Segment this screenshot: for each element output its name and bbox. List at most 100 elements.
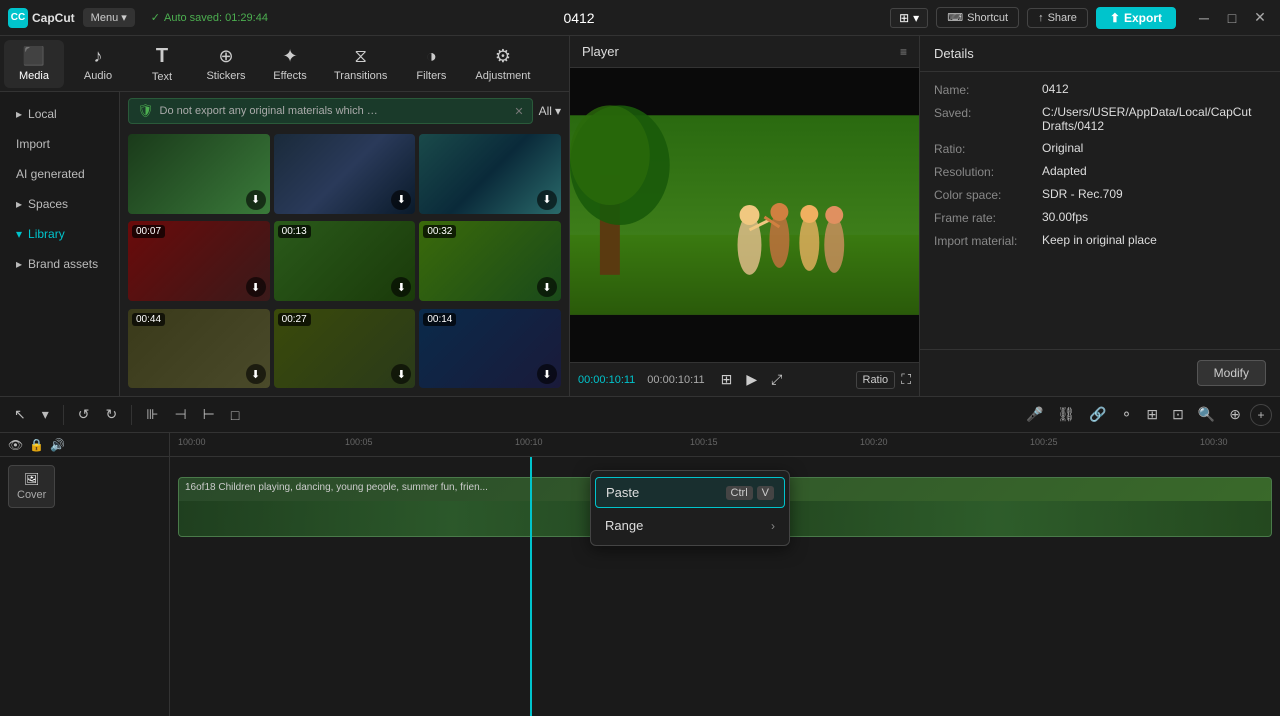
arrow-icon: ▸: [16, 107, 22, 121]
download-icon[interactable]: ⬇: [537, 190, 557, 210]
range-menu-item[interactable]: Range ›: [591, 510, 789, 541]
select-tool-button[interactable]: ↖: [8, 403, 32, 426]
stickers-icon: ⊕: [218, 46, 233, 67]
ratio-button[interactable]: Ratio: [856, 371, 896, 389]
timeline-toolbar: ↖ ▾ ↺ ↻ ⊪ ⊣ ⊢ □ 🎤 ⛓ 🔗 ⚬ ⊞ ⊡ 🔍 ⊕ +: [0, 397, 1280, 433]
ruler-mark: 100:25: [1030, 437, 1058, 447]
sidebar-item-local[interactable]: ▸ Local: [4, 100, 115, 128]
player-menu-icon[interactable]: ≡: [900, 45, 907, 59]
modify-button[interactable]: Modify: [1197, 360, 1266, 386]
detail-saved-row: Saved: C:/Users/USER/AppData/Local/CapCu…: [934, 105, 1266, 133]
mute-track-button[interactable]: 🔊: [50, 438, 65, 452]
magnet-button[interactable]: ⊡: [1167, 403, 1189, 426]
auto-saved-status: ✓ Auto saved: 01:29:44: [151, 11, 268, 24]
fullscreen-button[interactable]: ⛶: [901, 371, 911, 388]
ctrl-key: Ctrl: [726, 486, 753, 500]
menu-button[interactable]: Menu ▾: [83, 8, 135, 27]
details-body: Name: 0412 Saved: C:/Users/USER/AppData/…: [920, 72, 1280, 349]
sidebar-item-ai-generated[interactable]: AI generated: [4, 160, 115, 188]
tab-media[interactable]: ⬛ Media: [4, 40, 64, 88]
media-item[interactable]: 00:07 ⬇: [128, 221, 270, 301]
link-button[interactable]: 🔗: [1084, 403, 1111, 426]
tab-text[interactable]: T Text: [132, 39, 192, 89]
sidebar: ▸ Local Import AI generated ▸ Spaces ▾ L…: [0, 92, 120, 396]
media-item[interactable]: 00:27 ⬇: [274, 309, 416, 389]
lock-track-button[interactable]: 🔒: [29, 438, 44, 452]
ruler-mark: 100:30: [1200, 437, 1228, 447]
detail-resolution-row: Resolution: Adapted: [934, 164, 1266, 179]
media-item[interactable]: ⬇: [274, 134, 416, 214]
share-icon: ↑: [1038, 12, 1044, 24]
redo-button[interactable]: ↻: [100, 403, 124, 426]
download-icon[interactable]: ⬇: [246, 190, 266, 210]
all-filter-button[interactable]: All ▾: [539, 104, 561, 118]
trim-left-button[interactable]: ⊣: [168, 403, 192, 426]
media-item[interactable]: 00:32 ⬇: [419, 221, 561, 301]
media-item[interactable]: ⬇: [128, 134, 270, 214]
grid-view-button[interactable]: ⊞: [717, 369, 737, 390]
tab-audio[interactable]: ♪ Audio: [68, 40, 128, 88]
player-panel: Player ≡: [570, 36, 920, 396]
media-item[interactable]: 00:14 ⬇: [419, 309, 561, 389]
zoom-in-button[interactable]: ⊕: [1224, 403, 1246, 426]
split-button[interactable]: ⊪: [140, 403, 164, 426]
share-button[interactable]: ↑ Share: [1027, 8, 1088, 28]
sidebar-item-spaces[interactable]: ▸ Spaces: [4, 190, 115, 218]
timeline-right-tools: 🎤 ⛓ 🔗 ⚬ ⊞ ⊡ 🔍 ⊕ +: [1021, 403, 1272, 426]
player-controls: 00:00:10:11 00:00:10:11 ⊞ ▶ ⤢ Ratio ⛶: [570, 362, 919, 396]
sidebar-item-brand-assets[interactable]: ▸ Brand assets: [4, 250, 115, 278]
close-button[interactable]: ✕: [1248, 9, 1272, 26]
details-header: Details: [920, 36, 1280, 72]
media-item[interactable]: ⬇: [419, 134, 561, 214]
duration-badge: 00:13: [278, 225, 311, 238]
audio-icon: ♪: [94, 46, 103, 67]
details-panel: Details Name: 0412 Saved: C:/Users/USER/…: [920, 36, 1280, 396]
fit-screen-button[interactable]: ⤢: [767, 369, 786, 390]
select-dropdown[interactable]: ▾: [36, 403, 55, 426]
player-header: Player ≡: [570, 36, 919, 68]
sidebar-item-library[interactable]: ▾ Library: [4, 220, 115, 248]
download-icon[interactable]: ⬇: [246, 277, 266, 297]
tab-adjustment[interactable]: ⚙ Adjustment: [465, 40, 540, 88]
text-icon: T: [156, 45, 168, 68]
shield-icon: 🛡: [137, 103, 154, 119]
chain-button[interactable]: ⛓: [1052, 403, 1080, 426]
submenu-arrow-icon: ›: [771, 519, 775, 533]
tab-stickers[interactable]: ⊕ Stickers: [196, 40, 256, 88]
trim-right-button[interactable]: ⊢: [197, 403, 221, 426]
zoom-out-button[interactable]: 🔍: [1193, 403, 1220, 426]
filter-icon: ▾: [555, 104, 561, 118]
export-button[interactable]: ⬆ Export: [1096, 7, 1176, 29]
separator: [63, 405, 64, 425]
cover-button[interactable]: 🖼 Cover: [8, 465, 55, 508]
hide-track-button[interactable]: 👁: [8, 438, 23, 452]
microphone-button[interactable]: 🎤: [1021, 403, 1048, 426]
download-icon[interactable]: ⬇: [537, 277, 557, 297]
player-video: [570, 68, 919, 362]
download-icon[interactable]: ⬇: [391, 190, 411, 210]
align-button[interactable]: ⊞: [1141, 403, 1163, 426]
media-icon: ⬛: [23, 46, 45, 67]
tab-effects[interactable]: ✦ Effects: [260, 40, 320, 88]
notice-close-button[interactable]: ✕: [514, 105, 523, 118]
app-logo: CC CapCut: [8, 8, 75, 28]
maximize-button[interactable]: □: [1220, 9, 1244, 26]
resolution-picker[interactable]: ⊞ ▾: [890, 8, 928, 28]
paste-menu-item[interactable]: Paste Ctrl V: [595, 477, 785, 508]
tab-transitions[interactable]: ⧖ Transitions: [324, 40, 397, 88]
range-label: Range: [605, 518, 643, 533]
shortcut-button[interactable]: ⌨ Shortcut: [936, 7, 1019, 28]
unlink-button[interactable]: ⚬: [1116, 403, 1138, 426]
sidebar-item-import[interactable]: Import: [4, 130, 115, 158]
media-item[interactable]: 00:44 ⬇: [128, 309, 270, 389]
play-button[interactable]: ▶: [742, 369, 761, 390]
media-item[interactable]: 00:13 ⬇: [274, 221, 416, 301]
undo-button[interactable]: ↺: [72, 403, 96, 426]
delete-button[interactable]: □: [225, 404, 245, 426]
minimize-button[interactable]: ─: [1192, 9, 1216, 26]
download-icon[interactable]: ⬇: [246, 364, 266, 384]
export-icon: ⬆: [1110, 11, 1120, 25]
add-track-button[interactable]: +: [1250, 404, 1272, 426]
tab-filters[interactable]: ◑ Filters: [401, 40, 461, 88]
playhead[interactable]: [530, 457, 532, 716]
